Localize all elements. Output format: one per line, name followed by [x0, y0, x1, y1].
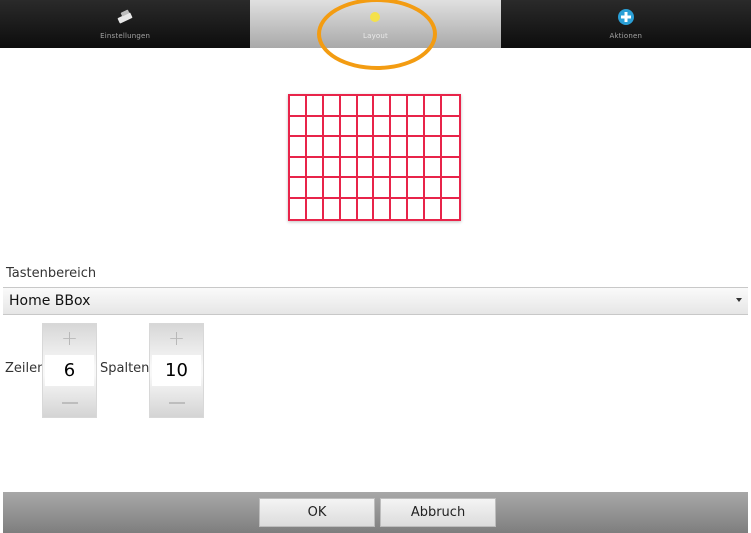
- key-area-label: Tastenbereich: [6, 266, 97, 281]
- grid-cell: [425, 157, 443, 178]
- rows-value[interactable]: 6: [45, 355, 94, 386]
- grid-cell: [391, 157, 409, 178]
- grid-cell: [391, 178, 409, 199]
- tab-settings[interactable]: Einstellungen: [0, 0, 251, 48]
- rows-stepper: + 6: [42, 323, 97, 418]
- key-area-selected: Home BBox: [9, 293, 91, 309]
- grid-cell: [425, 178, 443, 199]
- grid-cell: [340, 96, 358, 117]
- grid-cell: [306, 178, 324, 199]
- grid-cell: [340, 116, 358, 137]
- rows-decrement-button[interactable]: [43, 389, 96, 417]
- grid-cell: [341, 198, 358, 219]
- cancel-button[interactable]: Abbruch: [380, 498, 496, 527]
- grid-cell: [323, 178, 341, 199]
- grid-cell: [442, 137, 459, 158]
- plus-circle-icon: [617, 8, 635, 26]
- grid-cell: [391, 198, 409, 219]
- grid-cell: [357, 157, 375, 178]
- grid-cell: [323, 116, 341, 137]
- grid-cell: [290, 116, 307, 137]
- grid-cell: [391, 137, 409, 158]
- grid-cell: [290, 178, 307, 199]
- grid-cell: [340, 137, 358, 158]
- grid-cell: [374, 96, 392, 117]
- grid-cell: [408, 137, 426, 158]
- columns-increment-button[interactable]: +: [150, 324, 203, 352]
- grid-cell: [408, 116, 426, 137]
- grid-cell: [358, 198, 375, 219]
- grid-cell: [374, 116, 392, 137]
- columns-label: Spalten: [100, 361, 150, 376]
- dropdown-arrow-icon: [736, 298, 742, 302]
- grid-cell: [442, 96, 459, 117]
- plus-icon: +: [61, 326, 78, 350]
- grid-cell: [391, 96, 409, 117]
- rows-increment-button[interactable]: +: [43, 324, 96, 352]
- grid-cell: [408, 198, 426, 219]
- grid-cell: [340, 157, 358, 178]
- grid-cell: [425, 137, 443, 158]
- grid-cell: [306, 116, 324, 137]
- grid-cell: [290, 137, 307, 158]
- plus-icon: +: [168, 326, 185, 350]
- grid-cell: [307, 198, 324, 219]
- grid-cell: [425, 198, 443, 219]
- tab-label: Einstellungen: [100, 32, 151, 40]
- grid-cell: [442, 158, 459, 178]
- grid-cell: [408, 96, 426, 117]
- grid-cell: [340, 178, 358, 199]
- grid-cell: [374, 198, 392, 219]
- grid-cell: [442, 199, 459, 220]
- grid-cell: [357, 178, 375, 199]
- ok-button[interactable]: OK: [259, 498, 375, 527]
- tools-icon: [116, 8, 134, 26]
- grid-cell: [391, 116, 409, 137]
- columns-decrement-button[interactable]: [150, 389, 203, 417]
- tab-actions[interactable]: Aktionen: [500, 0, 751, 48]
- grid-cell: [323, 137, 341, 158]
- rows-label: Zeilen: [5, 361, 46, 376]
- grid-cell: [425, 96, 443, 117]
- star-icon: [366, 8, 384, 26]
- grid-preview: [288, 94, 461, 221]
- grid-cell: [374, 157, 392, 178]
- grid-cell: [357, 116, 375, 137]
- grid-cell: [290, 157, 307, 178]
- bottom-bar: OK Abbruch: [3, 492, 748, 533]
- grid-cell: [306, 96, 324, 117]
- grid-cell: [408, 178, 426, 199]
- grid-cell: [306, 137, 324, 158]
- tab-label: Layout: [362, 32, 388, 40]
- grid-cell: [323, 157, 341, 178]
- grid-cell: [425, 116, 443, 137]
- grid-cell: [442, 117, 459, 137]
- grid-cell: [357, 96, 375, 117]
- minus-icon: [168, 402, 185, 404]
- grid-cell: [290, 198, 307, 219]
- columns-stepper: + 10: [149, 323, 204, 418]
- columns-value[interactable]: 10: [152, 355, 201, 386]
- grid-cell: [442, 178, 459, 199]
- key-area-dropdown[interactable]: Home BBox: [3, 287, 748, 315]
- tab-label: Aktionen: [609, 32, 643, 40]
- grid-cell: [408, 157, 426, 178]
- grid-cell: [323, 96, 341, 117]
- grid-cell: [290, 96, 307, 117]
- minus-icon: [61, 402, 78, 404]
- tab-bar: Einstellungen Layout Aktionen: [0, 0, 751, 48]
- grid-cell: [374, 137, 392, 158]
- grid-cell: [357, 137, 375, 158]
- tab-layout[interactable]: Layout: [250, 0, 501, 48]
- grid-cell: [324, 198, 341, 219]
- grid-cell: [306, 157, 324, 178]
- grid-cell: [374, 178, 392, 199]
